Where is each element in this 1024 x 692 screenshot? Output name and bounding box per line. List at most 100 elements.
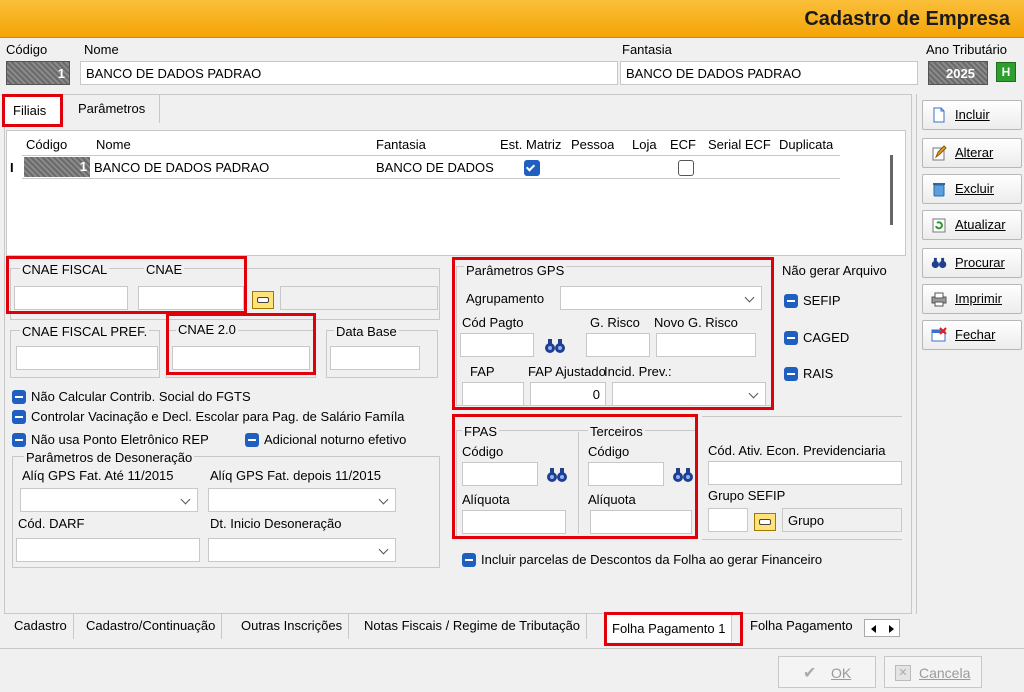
atualizar-button[interactable]: Atualizar xyxy=(922,210,1022,240)
chk-fgts-box[interactable] xyxy=(12,390,26,404)
tab-scroll[interactable] xyxy=(864,619,900,637)
tab-cadastro-continuacao[interactable]: Cadastro/Continuação xyxy=(80,613,223,639)
tab-folha-pagamento[interactable]: Folha Pagamento xyxy=(744,613,859,639)
agrupamento-select[interactable] xyxy=(560,286,762,310)
fantasia-field[interactable]: BANCO DE DADOS PADRAO xyxy=(620,61,918,85)
arrow-right-icon[interactable] xyxy=(889,625,894,633)
row-indicator: I xyxy=(10,160,14,175)
cnae-fiscal-pref-label: CNAE FISCAL PREF. xyxy=(20,324,150,339)
check-icon xyxy=(525,162,536,172)
cod-darf-label: Cód. DARF xyxy=(18,516,85,531)
excluir-button[interactable]: Excluir xyxy=(922,174,1022,204)
aliq-ate-label: Alíq GPS Fat. Até 11/2015 xyxy=(22,468,174,483)
binoculars-icon[interactable] xyxy=(544,338,566,354)
ok-button[interactable]: ✔ OK xyxy=(778,656,876,688)
grid-row-divider xyxy=(22,178,840,179)
col-est-matriz[interactable]: Est. Matriz xyxy=(500,137,561,152)
col-pessoa[interactable]: Pessoa xyxy=(571,137,614,152)
novo-g-risco-label: Novo G. Risco xyxy=(654,315,738,330)
window-title: Cadastro de Empresa xyxy=(804,8,1010,30)
chk-vacinacao-box[interactable] xyxy=(12,410,26,424)
fap-label: FAP xyxy=(470,364,495,379)
aliq-ate-select[interactable] xyxy=(20,488,198,512)
chk-ponto-box[interactable] xyxy=(12,433,26,447)
terceiros-aliquota-input[interactable] xyxy=(590,510,692,534)
fpas-divider xyxy=(578,432,579,534)
col-codigo[interactable]: Código xyxy=(26,137,67,152)
data-base-input[interactable] xyxy=(330,346,420,370)
binoculars-icon[interactable] xyxy=(546,467,568,483)
chk-parcelas-box[interactable] xyxy=(462,553,476,567)
terceiros-aliquota-label: Alíquota xyxy=(588,492,636,507)
hand-pointer-icon[interactable] xyxy=(754,513,776,531)
sefip-box[interactable] xyxy=(784,294,798,308)
cod-ativ-input[interactable] xyxy=(708,461,902,485)
new-doc-icon xyxy=(933,107,945,123)
nome-field[interactable]: BANCO DE DADOS PADRAO xyxy=(80,61,618,85)
caged-label: CAGED xyxy=(803,330,850,345)
close-window-icon xyxy=(931,327,947,342)
cancel-icon: ✕ xyxy=(895,665,911,681)
arrow-left-icon[interactable] xyxy=(871,625,876,633)
ecf-checkbox[interactable] xyxy=(678,160,694,176)
ano-help-button[interactable]: H xyxy=(996,62,1016,82)
ano-field[interactable]: 2025 xyxy=(928,61,988,85)
fap-input[interactable] xyxy=(462,382,524,406)
fpas-aliquota-input[interactable] xyxy=(462,510,566,534)
caged-box[interactable] xyxy=(784,331,798,345)
cnae-input[interactable] xyxy=(138,286,244,310)
g-risco-input[interactable] xyxy=(586,333,650,357)
chk-noturno-box[interactable] xyxy=(245,433,259,447)
cancela-button[interactable]: ✕ Cancela xyxy=(884,656,982,688)
hand-pointer-icon[interactable] xyxy=(252,291,274,309)
cell-fantasia[interactable]: BANCO DE DADOS PADRAO xyxy=(376,160,496,175)
dt-inicio-label: Dt. Inicio Desoneração xyxy=(210,516,342,531)
col-nome[interactable]: Nome xyxy=(96,137,131,152)
dt-inicio-select[interactable] xyxy=(208,538,396,562)
tab-parametros[interactable]: Parâmetros xyxy=(62,95,160,123)
imprimir-button[interactable]: Imprimir xyxy=(922,284,1022,314)
grid-scrollbar[interactable] xyxy=(890,155,893,225)
tab-outras-inscricoes[interactable]: Outras Inscrições xyxy=(235,613,350,639)
codigo-field[interactable]: 1 xyxy=(6,61,70,85)
procurar-button[interactable]: Procurar xyxy=(922,248,1022,278)
incluir-button[interactable]: Incluir xyxy=(922,100,1022,130)
grupo-sefip-label: Grupo SEFIP xyxy=(708,488,786,503)
sefip-label: SEFIP xyxy=(803,293,841,308)
tab-filiais[interactable]: Filiais xyxy=(5,95,61,125)
novo-g-risco-input[interactable] xyxy=(656,333,756,357)
incid-prev-select[interactable] xyxy=(612,382,766,406)
title-bar: Cadastro de Empresa xyxy=(0,0,1024,38)
aliq-depois-select[interactable] xyxy=(208,488,396,512)
col-ecf[interactable]: ECF xyxy=(670,137,696,152)
cnae-fiscal-label: CNAE FISCAL xyxy=(20,262,110,277)
cod-pagto-input[interactable] xyxy=(460,333,534,357)
cnae-fiscal-pref-input[interactable] xyxy=(16,346,158,370)
grupo-sefip-code[interactable] xyxy=(708,508,748,532)
col-loja[interactable]: Loja xyxy=(632,137,657,152)
est-matriz-checkbox[interactable] xyxy=(524,160,540,176)
tab-notas-fiscais[interactable]: Notas Fiscais / Regime de Tributação xyxy=(358,613,588,639)
cnae-fiscal-input[interactable] xyxy=(14,286,128,310)
col-fantasia[interactable]: Fantasia xyxy=(376,137,426,152)
binoculars-icon[interactable] xyxy=(672,467,694,483)
fpas-codigo-input[interactable] xyxy=(462,462,538,486)
alterar-button[interactable]: Alterar xyxy=(922,138,1022,168)
tab-folha-pagamento-1[interactable]: Folha Pagamento 1 xyxy=(606,614,733,642)
col-duplicata[interactable]: Duplicata xyxy=(779,137,833,152)
terceiros-codigo-input[interactable] xyxy=(588,462,664,486)
fap-ajustado-input[interactable]: 0 xyxy=(530,382,606,406)
fechar-button[interactable]: Fechar xyxy=(922,320,1022,350)
printer-icon xyxy=(931,292,947,307)
cod-darf-input[interactable] xyxy=(16,538,200,562)
col-serial-ecf[interactable]: Serial ECF xyxy=(708,137,771,152)
cell-nome[interactable]: BANCO DE DADOS PADRAO xyxy=(94,160,372,175)
cod-pagto-label: Cód Pagto xyxy=(462,315,524,330)
table-row[interactable]: 1 xyxy=(24,157,90,177)
tab-cadastro[interactable]: Cadastro xyxy=(8,613,74,639)
rais-box[interactable] xyxy=(784,367,798,381)
grid-header-divider xyxy=(22,155,840,156)
chk-parcelas-label: Incluir parcelas de Descontos da Folha a… xyxy=(481,552,823,567)
aliq-depois-label: Alíq GPS Fat. depois 11/2015 xyxy=(210,468,382,483)
cnae20-input[interactable] xyxy=(172,346,310,370)
